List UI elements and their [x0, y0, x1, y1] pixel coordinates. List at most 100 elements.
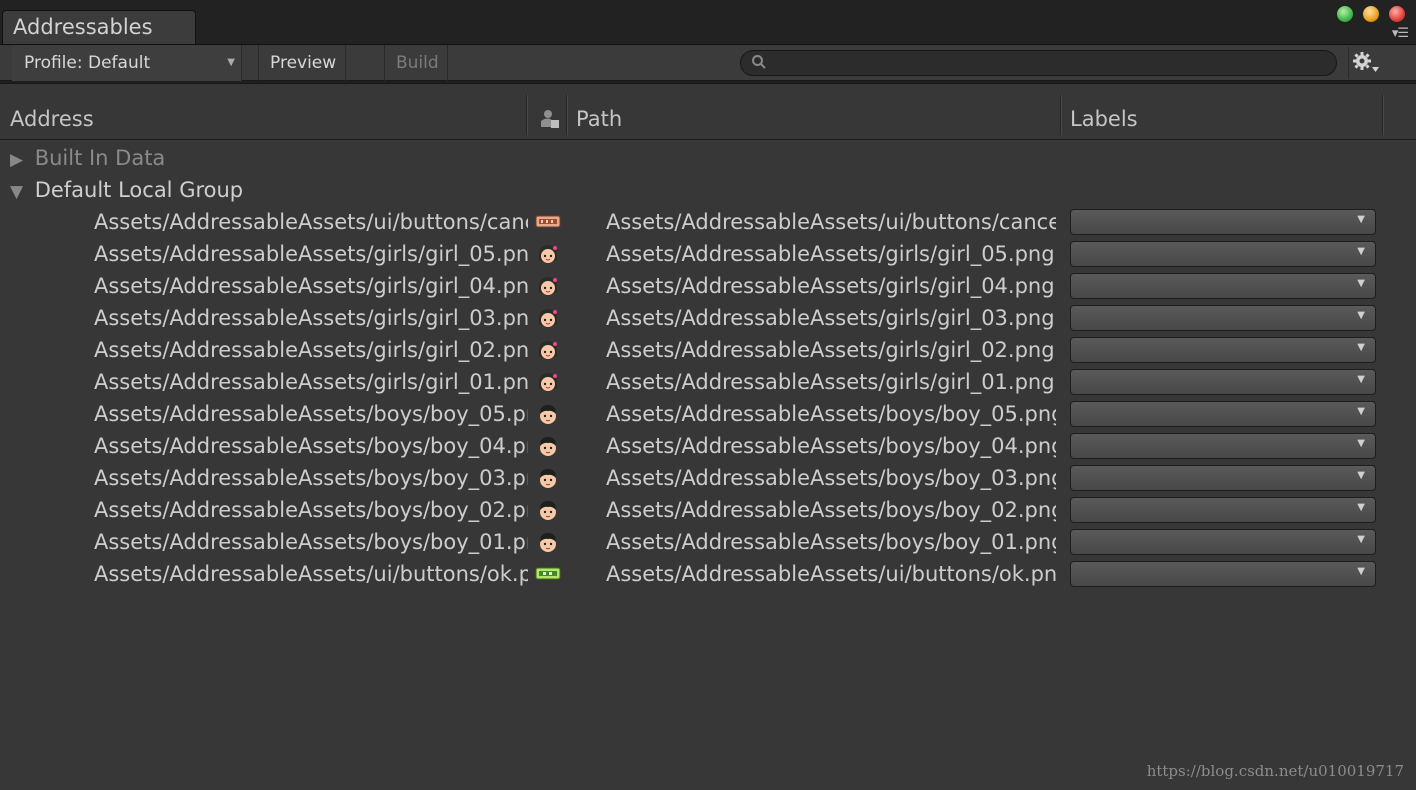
chevron-down-icon: ▼ — [227, 57, 235, 68]
labels-dropdown[interactable]: ▼ — [1070, 305, 1376, 331]
entry-address[interactable]: Assets/AddressableAssets/girls/girl_01.p… — [94, 366, 528, 398]
entry-row[interactable]: Assets/AddressableAssets/boys/boy_05.png… — [0, 398, 1416, 430]
girl-face-icon — [535, 275, 561, 297]
girl-face-icon — [535, 307, 561, 329]
chevron-down-icon: ▼ — [1357, 566, 1365, 577]
profile-label: Profile: Default — [24, 53, 151, 73]
entry-path: Assets/AddressableAssets/ui/buttons/canc… — [606, 210, 1056, 234]
chevron-down-icon: ▼ — [1357, 470, 1365, 481]
entry-row[interactable]: Assets/AddressableAssets/boys/boy_02.png… — [0, 494, 1416, 526]
chevron-down-icon: ▼ — [1357, 534, 1365, 545]
entry-path: Assets/AddressableAssets/boys/boy_01.png — [606, 530, 1056, 554]
entry-row[interactable]: Assets/AddressableAssets/boys/boy_04.png… — [0, 430, 1416, 462]
labels-dropdown[interactable]: ▼ — [1070, 273, 1376, 299]
entry-address[interactable]: Assets/AddressableAssets/boys/boy_05.png — [94, 398, 528, 430]
maximize-button[interactable] — [1336, 5, 1354, 23]
window-tab[interactable]: Addressables — [2, 10, 196, 44]
labels-dropdown[interactable]: ▼ — [1070, 401, 1376, 427]
entry-row[interactable]: Assets/AddressableAssets/boys/boy_01.png… — [0, 526, 1416, 558]
column-header: Address Path Labels — [0, 87, 1416, 140]
boy-face-icon — [535, 435, 561, 457]
entry-address[interactable]: Assets/AddressableAssets/boys/boy_03.png — [94, 462, 528, 494]
collapse-arrow-icon[interactable]: ▼ — [10, 176, 28, 208]
group-label: Default Local Group — [34, 178, 244, 202]
entry-row[interactable]: Assets/AddressableAssets/girls/girl_03.p… — [0, 302, 1416, 334]
column-divider[interactable] — [526, 95, 528, 135]
title-bar: Addressables ▾☰ — [0, 0, 1416, 44]
labels-dropdown[interactable]: ▼ — [1070, 433, 1376, 459]
entry-address[interactable]: Assets/AddressableAssets/girls/girl_03.p… — [94, 302, 528, 334]
gear-icon — [1353, 52, 1379, 72]
profile-dropdown[interactable]: Profile: Default ▼ — [12, 45, 242, 81]
entry-address[interactable]: Assets/AddressableAssets/ui/buttons/canc… — [94, 206, 528, 238]
minimize-button[interactable] — [1362, 5, 1380, 23]
entry-row[interactable]: Assets/AddressableAssets/girls/girl_04.p… — [0, 270, 1416, 302]
entry-path: Assets/AddressableAssets/girls/girl_01.p… — [606, 370, 1055, 394]
preview-button[interactable]: Preview — [258, 45, 346, 81]
dropdown-menu-icon[interactable]: ▾☰ — [1392, 26, 1409, 41]
close-button[interactable] — [1388, 5, 1406, 23]
asset-type-icon[interactable] — [538, 109, 560, 129]
column-labels[interactable]: Labels — [1070, 107, 1138, 131]
labels-dropdown[interactable]: ▼ — [1070, 529, 1376, 555]
boy-face-icon — [535, 499, 561, 521]
settings-button[interactable] — [1348, 47, 1388, 79]
column-divider[interactable] — [1382, 95, 1384, 135]
column-path[interactable]: Path — [576, 107, 622, 131]
boy-face-icon — [535, 531, 561, 553]
entry-path: Assets/AddressableAssets/boys/boy_05.png — [606, 402, 1056, 426]
column-divider[interactable] — [1060, 95, 1062, 135]
entry-address[interactable]: Assets/AddressableAssets/girls/girl_05.p… — [94, 238, 528, 270]
entry-path: Assets/AddressableAssets/girls/girl_04.p… — [606, 274, 1055, 298]
chevron-down-icon: ▼ — [1357, 246, 1365, 257]
chevron-down-icon: ▼ — [1357, 214, 1365, 225]
entry-path: Assets/AddressableAssets/boys/boy_04.png — [606, 434, 1056, 458]
labels-dropdown[interactable]: ▼ — [1070, 561, 1376, 587]
girl-face-icon — [535, 371, 561, 393]
entry-path: Assets/AddressableAssets/ui/buttons/ok.p… — [606, 562, 1056, 586]
group-label: Built In Data — [34, 146, 166, 170]
cancel-button-thumbnail-icon — [535, 211, 561, 233]
entry-path: Assets/AddressableAssets/girls/girl_05.p… — [606, 242, 1055, 266]
toolbar: Profile: Default ▼ Preview Build — [0, 44, 1416, 81]
group-built-in-data[interactable]: ▶ Built In Data — [10, 142, 165, 174]
labels-dropdown[interactable]: ▼ — [1070, 209, 1376, 235]
entry-row[interactable]: Assets/AddressableAssets/girls/girl_05.p… — [0, 238, 1416, 270]
labels-dropdown[interactable]: ▼ — [1070, 337, 1376, 363]
search-field[interactable] — [740, 50, 1337, 76]
chevron-down-icon: ▼ — [1357, 502, 1365, 513]
entry-address[interactable]: Assets/AddressableAssets/boys/boy_04.png — [94, 430, 528, 462]
entry-row[interactable]: Assets/AddressableAssets/boys/boy_03.png… — [0, 462, 1416, 494]
labels-dropdown[interactable]: ▼ — [1070, 369, 1376, 395]
entry-address[interactable]: Assets/AddressableAssets/boys/boy_02.png — [94, 494, 528, 526]
entry-row[interactable]: Assets/AddressableAssets/girls/girl_01.p… — [0, 366, 1416, 398]
entry-path: Assets/AddressableAssets/girls/girl_03.p… — [606, 306, 1055, 330]
build-button[interactable]: Build — [384, 45, 448, 81]
entry-row[interactable]: Assets/AddressableAssets/girls/girl_02.p… — [0, 334, 1416, 366]
entry-path: Assets/AddressableAssets/boys/boy_03.png — [606, 466, 1056, 490]
search-input[interactable] — [773, 53, 1323, 73]
entry-address[interactable]: Assets/AddressableAssets/ui/buttons/ok.p… — [94, 558, 528, 590]
entry-path: Assets/AddressableAssets/boys/boy_02.png — [606, 498, 1056, 522]
expand-arrow-icon[interactable]: ▶ — [10, 144, 28, 176]
labels-dropdown[interactable]: ▼ — [1070, 497, 1376, 523]
entry-row[interactable]: Assets/AddressableAssets/ui/buttons/ok.p… — [0, 558, 1416, 590]
entry-address[interactable]: Assets/AddressableAssets/girls/girl_04.p… — [94, 270, 528, 302]
entry-address[interactable]: Assets/AddressableAssets/boys/boy_01.png — [94, 526, 528, 558]
column-address[interactable]: Address — [10, 107, 94, 131]
girl-face-icon — [535, 339, 561, 361]
girl-face-icon — [535, 243, 561, 265]
search-icon — [752, 55, 766, 69]
boy-face-icon — [535, 467, 561, 489]
chevron-down-icon: ▼ — [1357, 438, 1365, 449]
entry-path: Assets/AddressableAssets/girls/girl_02.p… — [606, 338, 1055, 362]
chevron-down-icon: ▼ — [1357, 374, 1365, 385]
chevron-down-icon: ▼ — [1357, 342, 1365, 353]
labels-dropdown[interactable]: ▼ — [1070, 465, 1376, 491]
labels-dropdown[interactable]: ▼ — [1070, 241, 1376, 267]
entry-row[interactable]: Assets/AddressableAssets/ui/buttons/canc… — [0, 206, 1416, 238]
group-default-local-group[interactable]: ▼ Default Local Group — [10, 174, 243, 206]
entry-address[interactable]: Assets/AddressableAssets/girls/girl_02.p… — [94, 334, 528, 366]
boy-face-icon — [535, 403, 561, 425]
column-divider[interactable] — [566, 95, 568, 135]
